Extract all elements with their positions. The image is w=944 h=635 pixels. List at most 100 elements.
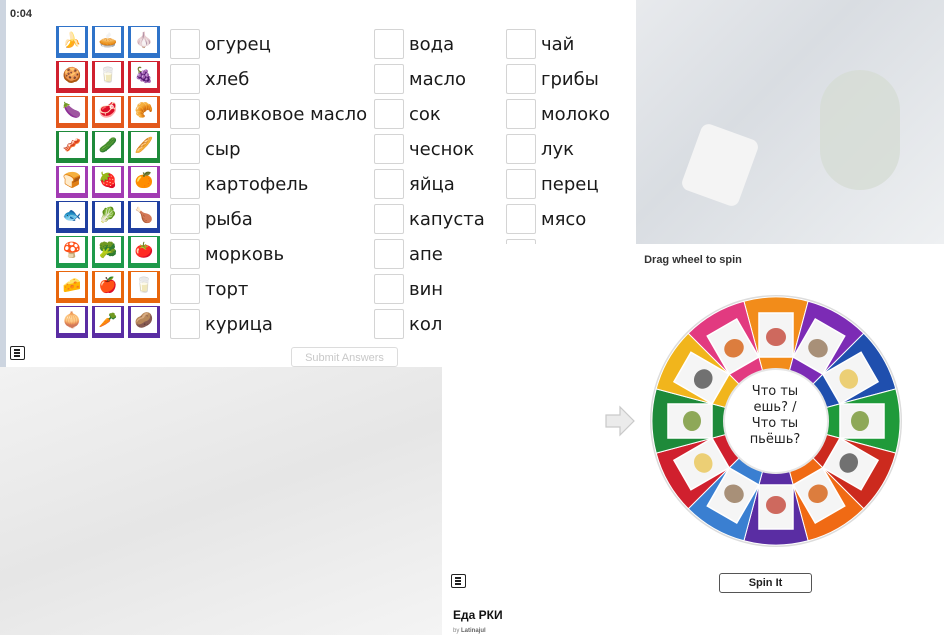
activity-author: by Latinajul [453,628,486,634]
submit-answers-button[interactable]: Submit Answers [291,347,398,367]
food-image-tile[interactable]: 🧀 [56,271,88,303]
food-image-tile[interactable]: 🥛 [128,271,160,303]
food-image-tile[interactable]: 🍅 [128,236,160,268]
answer-drop-box[interactable] [170,134,200,164]
by-prefix: by [453,628,460,634]
word-label: картофель [205,173,309,195]
wheel-photo [667,403,713,439]
answer-drop-box[interactable] [506,99,536,129]
food-image-tile[interactable]: 🥩 [92,96,124,128]
answer-drop-box[interactable] [170,204,200,234]
food-image-tile[interactable]: 🍌 [56,26,88,58]
word-item: мясо [506,203,586,235]
word-label: рыба [205,208,253,230]
food-image-tile[interactable]: 🥒 [92,131,124,163]
timer: 0:04 [10,8,33,20]
food-image-tile[interactable]: 🥐 [128,96,160,128]
answer-drop-box[interactable] [506,134,536,164]
word-label: сок [409,103,441,125]
food-image-tile[interactable]: 🧅 [56,306,88,338]
food-image-tile[interactable]: 🥓 [56,131,88,163]
wheel-photo [758,484,794,530]
image-tile-row: 🍪 🥛 🍇 [56,61,160,93]
word-item: картофель [170,168,308,200]
word-item: сыр [170,133,241,165]
wheel-photo [839,403,885,439]
word-item: вода [374,28,454,60]
answer-drop-box[interactable] [170,274,200,304]
image-tile-row: 🧀 🍎 🥛 [56,271,160,303]
food-image-tile[interactable]: 🐟 [56,201,88,233]
center-line: пьёшь? [749,432,801,447]
word-item: сок [374,98,441,130]
answer-drop-box[interactable] [374,239,404,269]
answer-drop-box[interactable] [170,64,200,94]
answer-drop-box[interactable] [170,169,200,199]
food-image-tile[interactable]: 🍇 [128,61,160,93]
answer-drop-box[interactable] [374,134,404,164]
food-image-tile[interactable]: 🍎 [92,271,124,303]
food-image-tile[interactable]: 🍆 [56,96,88,128]
word-item: лук [506,133,574,165]
answer-drop-box[interactable] [506,64,536,94]
answer-drop-box[interactable] [170,239,200,269]
word-item: перец [506,168,599,200]
answer-drop-box[interactable] [374,204,404,234]
answer-drop-box[interactable] [374,169,404,199]
author-name[interactable]: Latinajul [461,628,486,634]
image-tile-row: 🥓 🥒 🥖 [56,131,160,163]
word-item: курица [170,308,273,340]
food-image-tile[interactable]: 🥦 [92,236,124,268]
word-label: перец [541,173,599,195]
word-label: сыр [205,138,241,160]
menu-icon[interactable] [10,346,25,360]
word-label: грибы [541,68,599,90]
answer-drop-box[interactable] [506,29,536,59]
word-label: курица [205,313,273,335]
answer-drop-box[interactable] [170,29,200,59]
word-label: торт [205,278,249,300]
food-image-tile[interactable]: 🥬 [92,201,124,233]
word-label: масло [409,68,467,90]
answer-drop-box[interactable] [374,99,404,129]
food-image-tile[interactable]: 🥕 [92,306,124,338]
drag-instruction: Drag wheel to spin [644,254,742,266]
word-label: вода [409,33,455,55]
word-item: масло [374,63,466,95]
word-label: чай [541,33,575,55]
word-item: молоко [506,98,610,130]
food-image-tile[interactable]: 🧄 [128,26,160,58]
answer-drop-box[interactable] [374,309,404,339]
menu-icon[interactable] [451,574,466,588]
food-image-tile[interactable]: 🍪 [56,61,88,93]
food-image-tile[interactable]: 🍓 [92,166,124,198]
word-item: чеснок [374,133,474,165]
food-image-tile[interactable]: 🥖 [128,131,160,163]
word-item: рыба [170,203,253,235]
background-photo [0,367,442,635]
answer-drop-box[interactable] [506,204,536,234]
spin-button[interactable]: Spin It [719,573,812,593]
word-label: чеснок [409,138,475,160]
food-image-tile[interactable]: 🥛 [92,61,124,93]
pointer-arrow-icon [605,405,635,437]
image-tile-row: 🍞 🍓 🍊 [56,166,160,198]
answer-drop-box[interactable] [374,64,404,94]
word-label: яйца [409,173,455,195]
center-line: Что ты [751,384,799,399]
background-photo-detail [820,70,900,190]
food-image-tile[interactable]: 🥧 [92,26,124,58]
food-image-tile[interactable]: 🍄 [56,236,88,268]
answer-drop-box[interactable] [374,274,404,304]
word-label: хлеб [205,68,250,90]
food-image-tile[interactable]: 🍞 [56,166,88,198]
answer-drop-box[interactable] [374,29,404,59]
food-image-tile[interactable]: 🥔 [128,306,160,338]
food-image-tile[interactable]: 🍊 [128,166,160,198]
answer-drop-box[interactable] [170,309,200,339]
answer-drop-box[interactable] [170,99,200,129]
word-item: торт [170,273,248,305]
word-item: чай [506,28,574,60]
food-image-tile[interactable]: 🍗 [128,201,160,233]
answer-drop-box[interactable] [506,169,536,199]
